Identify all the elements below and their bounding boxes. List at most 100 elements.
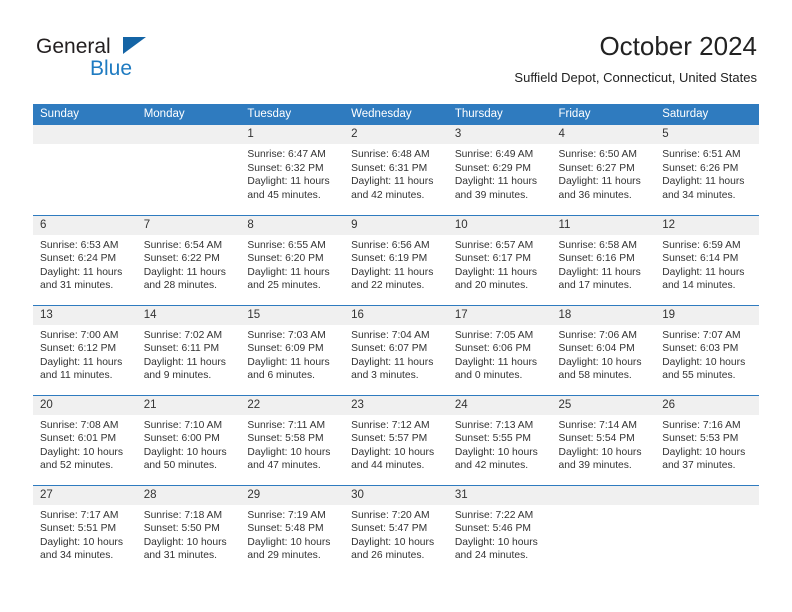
- calendar-day-cell[interactable]: 1 Sunrise: 6:47 AM Sunset: 6:32 PM Daylight…: [240, 125, 345, 215]
- calendar-day-cell[interactable]: 6 Sunrise: 6:53 AM Sunset: 6:24 PM Daylight…: [33, 214, 137, 305]
- calendar-day-cell[interactable]: 8 Sunrise: 6:55 AM Sunset: 6:20 PM Daylight…: [240, 214, 345, 305]
- day-number: [655, 485, 759, 505]
- calendar-day-cell[interactable]: 14 Sunrise: 7:02 AM Sunset: 6:11 PM Dayligh…: [136, 304, 241, 395]
- calendar-day-cell[interactable]: 30 Sunrise: 7:20 AM Sunset: 5:47 PM Dayligh…: [344, 484, 448, 575]
- sunrise-time: Sunrise: 7:14 AM: [558, 419, 637, 431]
- calendar-day-cell[interactable]: 7 Sunrise: 6:54 AM Sunset: 6:22 PM Daylight…: [136, 214, 241, 305]
- calendar-day-cell[interactable]: 12 Sunrise: 6:59 AM Sunset: 6:14 PM Dayligh…: [655, 214, 759, 305]
- sunset-time: Sunset: 6:32 PM: [247, 162, 324, 174]
- sunset-time: Sunset: 6:09 PM: [247, 343, 324, 355]
- sunrise-time: Sunrise: 7:00 AM: [40, 329, 119, 341]
- calendar-day-cell[interactable]: 17 Sunrise: 7:05 AM Sunset: 6:06 PM Dayligh…: [447, 304, 552, 395]
- daylight-duration-line2: and 3 minutes.: [351, 370, 419, 382]
- weekday-header-thursday: Thursday: [447, 104, 552, 125]
- logo-text-blue: Blue: [90, 57, 133, 80]
- calendar-day-cell[interactable]: 18 Sunrise: 7:06 AM Sunset: 6:04 PM Dayligh…: [551, 304, 656, 395]
- daylight-duration-line2: and 29 minutes.: [247, 550, 321, 562]
- sunrise-time: Sunrise: 7:06 AM: [558, 329, 637, 341]
- daylight-duration-line2: and 31 minutes.: [143, 550, 217, 562]
- sunset-time: Sunset: 5:47 PM: [351, 523, 428, 535]
- calendar-day-cell[interactable]: 26 Sunrise: 7:16 AM Sunset: 5:53 PM Dayligh…: [655, 394, 759, 485]
- sunrise-time: Sunrise: 6:51 AM: [662, 149, 741, 160]
- calendar-day-cell[interactable]: 29 Sunrise: 7:19 AM Sunset: 5:48 PM Dayligh…: [240, 484, 345, 575]
- calendar-day-cell[interactable]: 23 Sunrise: 7:12 AM Sunset: 5:57 PM Dayligh…: [344, 394, 448, 485]
- calendar-week-row: 1 Sunrise: 6:47 AM Sunset: 6:32 PM Daylight…: [33, 125, 759, 215]
- weekday-header-wednesday: Wednesday: [344, 104, 448, 125]
- sunset-time: Sunset: 6:19 PM: [351, 253, 428, 265]
- sunrise-time: Sunrise: 7:05 AM: [454, 329, 534, 341]
- daylight-duration-line1: Daylight: 10 hours: [40, 536, 123, 548]
- sunset-time: Sunset: 6:06 PM: [454, 343, 531, 355]
- daylight-duration-line1: Daylight: 10 hours: [662, 356, 746, 368]
- calendar-day-cell[interactable]: 22 Sunrise: 7:11 AM Sunset: 5:58 PM Dayligh…: [240, 394, 345, 485]
- daylight-duration-line1: Daylight: 11 hours: [454, 266, 538, 278]
- daylight-duration-line2: and 34 minutes.: [662, 189, 736, 201]
- calendar-day-cell[interactable]: 25 Sunrise: 7:14 AM Sunset: 5:54 PM Dayligh…: [551, 394, 656, 485]
- day-details: Sunrise: 7:18 AM Sunset: 5:50 PM Daylight:…: [137, 505, 241, 563]
- daylight-duration-line1: Daylight: 11 hours: [351, 266, 434, 278]
- day-details: Sunrise: 7:13 AM Sunset: 5:55 PM Daylight:…: [448, 415, 552, 473]
- sunrise-time: Sunrise: 7:10 AM: [143, 419, 223, 431]
- weekday-header-tuesday: Tuesday: [240, 104, 345, 125]
- daylight-duration-line1: Daylight: 10 hours: [40, 446, 123, 458]
- day-details: Sunrise: 6:49 AM Sunset: 6:29 PM Daylight:…: [448, 144, 552, 202]
- sunset-time: Sunset: 6:26 PM: [662, 162, 739, 174]
- day-number: 14: [136, 305, 241, 325]
- sunrise-time: Sunrise: 7:22 AM: [454, 509, 534, 521]
- calendar-day-cell[interactable]: 19 Sunrise: 7:07 AM Sunset: 6:03 PM Dayligh…: [655, 304, 759, 395]
- page-title: October 2024: [599, 31, 757, 61]
- daylight-duration-line1: Daylight: 11 hours: [558, 176, 641, 188]
- calendar-day-cell[interactable]: 3 Sunrise: 6:49 AM Sunset: 6:29 PM Daylight…: [447, 125, 552, 215]
- daylight-duration-line2: and 11 minutes.: [40, 370, 113, 382]
- daylight-duration-line1: Daylight: 11 hours: [40, 356, 123, 368]
- daylight-duration-line1: Daylight: 10 hours: [454, 536, 538, 548]
- calendar-day-cell[interactable]: 13 Sunrise: 7:00 AM Sunset: 6:12 PM Dayligh…: [33, 304, 137, 395]
- sunset-time: Sunset: 5:46 PM: [454, 523, 531, 535]
- calendar-day-cell[interactable]: 31 Sunrise: 7:22 AM Sunset: 5:46 PM Dayligh…: [447, 484, 552, 575]
- calendar-day-cell[interactable]: 10 Sunrise: 6:57 AM Sunset: 6:17 PM Dayligh…: [447, 214, 552, 305]
- daylight-duration-line1: Daylight: 10 hours: [454, 446, 538, 458]
- day-number: 9: [344, 215, 448, 235]
- sunrise-time: Sunrise: 6:55 AM: [247, 239, 326, 251]
- sunrise-time: Sunrise: 7:13 AM: [454, 419, 534, 431]
- calendar-day-cell[interactable]: 27 Sunrise: 7:17 AM Sunset: 5:51 PM Dayligh…: [33, 484, 137, 575]
- daylight-duration-line2: and 39 minutes.: [454, 189, 529, 201]
- daylight-duration-line1: Daylight: 11 hours: [662, 266, 745, 278]
- calendar-day-cell[interactable]: 20 Sunrise: 7:08 AM Sunset: 6:01 PM Dayligh…: [33, 394, 137, 485]
- sunrise-time: Sunrise: 6:47 AM: [247, 149, 326, 160]
- day-number: [136, 125, 241, 144]
- calendar-week-row: 27 Sunrise: 7:17 AM Sunset: 5:51 PM Dayligh…: [33, 484, 759, 575]
- day-number: [33, 125, 137, 144]
- day-number: 31: [447, 485, 552, 505]
- daylight-duration-line2: and 25 minutes.: [247, 280, 321, 292]
- day-number: 12: [655, 215, 759, 235]
- day-details: Sunrise: 7:20 AM Sunset: 5:47 PM Daylight:…: [344, 505, 448, 563]
- calendar-day-cell[interactable]: 4 Sunrise: 6:50 AM Sunset: 6:27 PM Daylight…: [551, 125, 656, 215]
- daylight-duration-line2: and 58 minutes.: [558, 370, 632, 382]
- logo-triangle-icon: [123, 37, 146, 54]
- calendar-day-cell[interactable]: 2 Sunrise: 6:48 AM Sunset: 6:31 PM Daylight…: [344, 125, 448, 215]
- calendar-day-cell[interactable]: 28 Sunrise: 7:18 AM Sunset: 5:50 PM Dayligh…: [136, 484, 241, 575]
- daylight-duration-line2: and 37 minutes.: [662, 460, 736, 472]
- daylight-duration-line2: and 28 minutes.: [143, 280, 217, 292]
- sunrise-time: Sunrise: 6:48 AM: [351, 149, 430, 160]
- day-number: 29: [240, 485, 345, 505]
- day-number: 8: [240, 215, 345, 235]
- calendar-day-cell[interactable]: 9 Sunrise: 6:56 AM Sunset: 6:19 PM Daylight…: [344, 214, 448, 305]
- sunrise-time: Sunrise: 7:02 AM: [143, 329, 223, 341]
- calendar-day-cell[interactable]: 21 Sunrise: 7:10 AM Sunset: 6:00 PM Dayligh…: [136, 394, 241, 485]
- day-details: Sunrise: 7:10 AM Sunset: 6:00 PM Daylight:…: [137, 415, 241, 473]
- calendar-day-cell-empty: [33, 125, 137, 215]
- sunset-time: Sunset: 6:17 PM: [454, 253, 531, 265]
- sunset-time: Sunset: 6:16 PM: [558, 253, 635, 265]
- calendar-day-cell[interactable]: 5 Sunrise: 6:51 AM Sunset: 6:26 PM Daylight…: [655, 125, 759, 215]
- calendar-day-cell[interactable]: 16 Sunrise: 7:04 AM Sunset: 6:07 PM Dayligh…: [344, 304, 448, 395]
- daylight-duration-line2: and 17 minutes.: [558, 280, 632, 292]
- day-details: Sunrise: 6:51 AM Sunset: 6:26 PM Daylight:…: [655, 144, 759, 202]
- calendar-day-cell[interactable]: 24 Sunrise: 7:13 AM Sunset: 5:55 PM Dayligh…: [447, 394, 552, 485]
- calendar-day-cell[interactable]: 11 Sunrise: 6:58 AM Sunset: 6:16 PM Dayligh…: [551, 214, 656, 305]
- day-details: Sunrise: 7:22 AM Sunset: 5:46 PM Daylight:…: [448, 505, 552, 563]
- calendar-day-cell[interactable]: 15 Sunrise: 7:03 AM Sunset: 6:09 PM Dayligh…: [240, 304, 345, 395]
- day-details: Sunrise: 7:03 AM Sunset: 6:09 PM Daylight:…: [240, 325, 344, 383]
- day-number: 17: [447, 305, 552, 325]
